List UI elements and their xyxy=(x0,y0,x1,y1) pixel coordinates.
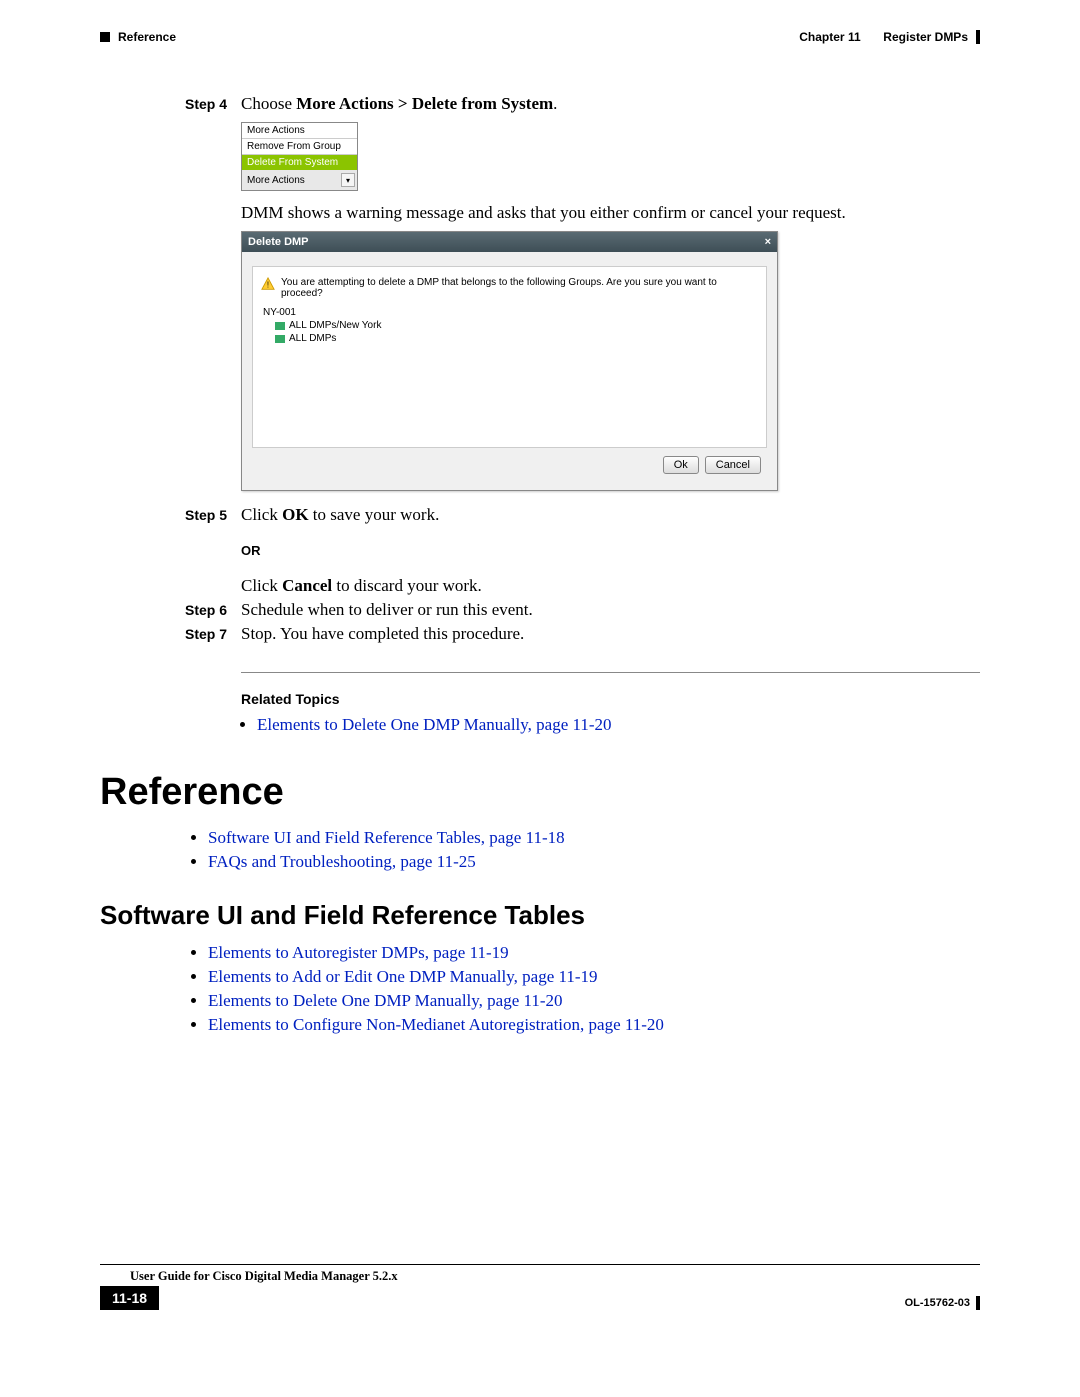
ok-button[interactable]: Ok xyxy=(663,456,699,474)
dialog-warning-text: You are attempting to delete a DMP that … xyxy=(281,277,758,299)
step-text: Choose xyxy=(241,94,296,113)
related-topics-heading: Related Topics xyxy=(241,691,980,707)
dropdown-option: Remove From Group xyxy=(242,139,357,155)
dmm-warning-text: DMM shows a warning message and asks tha… xyxy=(241,203,980,223)
warning-icon: ! xyxy=(261,277,275,291)
tree-root: NY-001 xyxy=(261,307,758,318)
software-link[interactable]: Elements to Delete One DMP Manually, pag… xyxy=(208,991,563,1010)
page-footer: User Guide for Cisco Digital Media Manag… xyxy=(100,1264,980,1310)
folder-icon xyxy=(275,322,285,330)
dropdown-button-row: More Actions ▾ xyxy=(242,170,357,190)
header-section: Reference xyxy=(118,30,176,44)
reference-links: Software UI and Field Reference Tables, … xyxy=(208,828,980,872)
doc-id: OL-15762-03 xyxy=(905,1297,970,1309)
close-icon[interactable]: × xyxy=(765,236,771,248)
step-label: Step 7 xyxy=(185,624,241,642)
dropdown-button-label: More Actions xyxy=(247,175,305,186)
step-bold: Cancel xyxy=(282,576,332,595)
reference-link[interactable]: Software UI and Field Reference Tables, … xyxy=(208,828,565,847)
step-bold: More Actions > Delete from System xyxy=(296,94,553,113)
step-suffix: to save your work. xyxy=(309,505,440,524)
step-7: Step 7 Stop. You have completed this pro… xyxy=(185,624,980,644)
software-ui-heading: Software UI and Field Reference Tables xyxy=(100,900,980,931)
list-item: Software UI and Field Reference Tables, … xyxy=(208,828,980,848)
step-text: Click xyxy=(241,505,282,524)
separator xyxy=(241,672,980,673)
folder-icon xyxy=(275,335,285,343)
step-5b: Click Cancel to discard your work. xyxy=(185,576,980,596)
step-bold: OK xyxy=(282,505,308,524)
tree-item: ALL DMPs/New York xyxy=(261,320,758,331)
step-text: Schedule when to deliver or run this eve… xyxy=(241,600,980,620)
list-item: Elements to Delete One DMP Manually, pag… xyxy=(208,991,980,1011)
step-text: Click xyxy=(241,576,282,595)
software-link[interactable]: Elements to Autoregister DMPs, page 11-1… xyxy=(208,943,509,962)
software-links: Elements to Autoregister DMPs, page 11-1… xyxy=(208,943,980,1035)
page-number: 11-18 xyxy=(100,1286,159,1310)
list-item: Elements to Configure Non-Medianet Autor… xyxy=(208,1015,980,1035)
related-link[interactable]: Elements to Delete One DMP Manually, pag… xyxy=(257,715,612,734)
dropdown-option: More Actions xyxy=(242,123,357,139)
list-item: Elements to Add or Edit One DMP Manually… xyxy=(208,967,980,987)
dropdown-option-selected: Delete From System xyxy=(242,155,357,170)
step-6: Step 6 Schedule when to deliver or run t… xyxy=(185,600,980,620)
related-topics-list: Elements to Delete One DMP Manually, pag… xyxy=(257,715,980,735)
chevron-down-icon: ▾ xyxy=(341,173,355,187)
header-chapter: Chapter 11 xyxy=(799,30,860,44)
list-item: Elements to Delete One DMP Manually, pag… xyxy=(257,715,980,735)
list-item: FAQs and Troubleshooting, page 11-25 xyxy=(208,852,980,872)
software-link[interactable]: Elements to Configure Non-Medianet Autor… xyxy=(208,1015,664,1034)
delete-dmp-dialog: Delete DMP × ! You are attempting to del… xyxy=(241,231,778,491)
step-suffix: to discard your work. xyxy=(332,576,482,595)
list-item: Elements to Autoregister DMPs, page 11-1… xyxy=(208,943,980,963)
header-bar-icon xyxy=(976,30,980,44)
step-text: Stop. You have completed this procedure. xyxy=(241,624,980,644)
step-suffix: . xyxy=(553,94,557,113)
reference-link[interactable]: FAQs and Troubleshooting, page 11-25 xyxy=(208,852,476,871)
dialog-title: Delete DMP xyxy=(248,236,309,248)
cancel-button[interactable]: Cancel xyxy=(705,456,761,474)
header-marker-icon xyxy=(100,32,110,42)
step-label: Step 6 xyxy=(185,600,241,618)
footer-guide-title: User Guide for Cisco Digital Media Manag… xyxy=(100,1265,980,1286)
step-label: Step 5 xyxy=(185,505,241,523)
footer-bar-icon xyxy=(976,1296,980,1310)
step-label: Step 4 xyxy=(185,94,241,112)
running-header: Reference Chapter 11 Register DMPs xyxy=(100,30,980,44)
reference-heading: Reference xyxy=(100,771,980,814)
svg-text:!: ! xyxy=(267,281,269,290)
tree-item: ALL DMPs xyxy=(261,333,758,344)
header-chapter-title: Register DMPs xyxy=(883,30,968,44)
step-5: Step 5 Click OK to save your work. xyxy=(185,505,980,525)
software-link[interactable]: Elements to Add or Edit One DMP Manually… xyxy=(208,967,598,986)
or-label: OR xyxy=(241,543,980,558)
step-4: Step 4 Choose More Actions > Delete from… xyxy=(185,94,980,114)
more-actions-dropdown: More Actions Remove From Group Delete Fr… xyxy=(241,122,358,191)
